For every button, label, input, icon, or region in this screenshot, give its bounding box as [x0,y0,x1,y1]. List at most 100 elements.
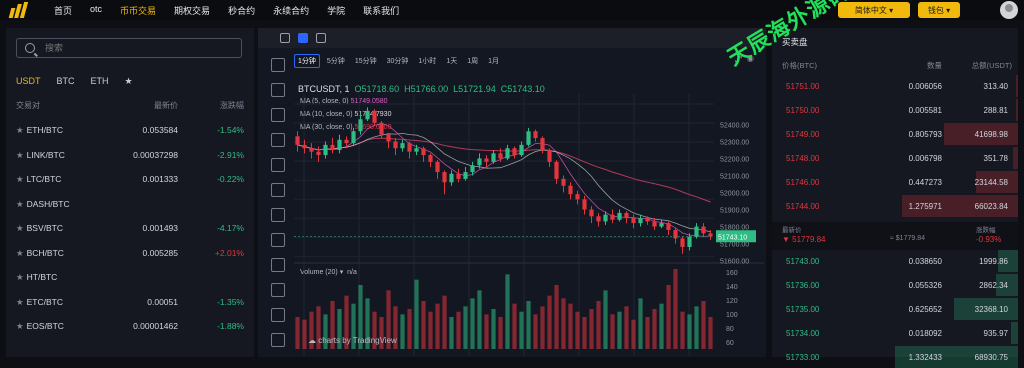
nav-item[interactable]: 币币交易 [120,4,156,17]
volume-bar [477,290,482,349]
candle-body [477,158,482,166]
depth-bar [1015,75,1018,97]
pattern-icon[interactable] [271,183,285,197]
coin-tab[interactable]: ETH [91,76,109,87]
nav-item[interactable]: 学院 [327,4,345,17]
pair-name: ETH/BTC [26,125,63,135]
back-arrow-icon[interactable] [271,233,285,247]
coin-tab[interactable]: USDT [16,76,41,87]
ask-row[interactable]: 51748.00 0.006798 351.78 [772,147,1018,169]
bid-row[interactable]: 51736.00 0.055326 2862.34 [772,274,1018,296]
market-row[interactable]: ★ BSV/BTC 0.001493 -4.17% [16,223,244,234]
timeframe-option[interactable]: 30分钟 [384,55,412,67]
nav-item[interactable]: otc [90,4,102,17]
timeframe-option[interactable]: 1分钟 [294,54,320,68]
market-row[interactable]: ★ ETC/BTC 0.00051 -1.35% [16,297,244,308]
market-row[interactable]: ★ DASH/BTC [16,199,244,210]
zoom-icon[interactable] [271,283,285,297]
star-icon[interactable]: ★ [16,150,24,160]
bid-row[interactable]: 51743.00 0.038650 1999.86 [772,250,1018,272]
volume-bar [533,314,538,349]
volume-bar [400,314,405,349]
candle-body [449,173,454,183]
volume-tick: 100 [726,312,738,319]
wallet-button[interactable]: 钱包 ▾ [918,2,960,18]
order-qty: 0.006798 [908,153,942,163]
nav-item[interactable]: 秒合约 [228,4,255,17]
star-icon[interactable]: ★ [16,297,24,307]
lock-icon[interactable] [271,333,285,347]
avatar[interactable] [1000,1,1018,19]
star-icon[interactable]: ★ [16,223,24,233]
market-row[interactable]: ★ ETH/BTC 0.053584 -1.54% [16,125,244,136]
market-row[interactable]: ★ EOS/BTC 0.00001462 -1.88% [16,321,244,332]
price-tick: 52100.00 [720,173,749,180]
depth-chart-icon[interactable] [280,33,290,43]
order-price: 51750.00 [786,105,820,115]
ask-row[interactable]: 51749.00 0.805793 41698.98 [772,123,1018,145]
tradingview-brand[interactable]: ☁ charts by TradingView [308,336,397,345]
timeframe-option[interactable]: 15分钟 [352,55,380,67]
timeframe-option[interactable]: 1小时 [415,55,439,67]
timeframe-option[interactable]: 1周 [464,55,481,67]
bid-row[interactable]: 51733.00 1.332433 68930.75 [772,346,1018,368]
ask-row[interactable]: 51744.00 1.275971 66023.84 [772,195,1018,217]
nav-item[interactable]: 永续合约 [273,4,309,17]
candle-body [463,172,468,179]
order-qty: 0.805793 [908,129,942,139]
timeframe-option[interactable]: 1月 [485,55,502,67]
bid-row[interactable]: 51734.00 0.018092 935.97 [772,322,1018,344]
candlestick-chart[interactable]: 52400.00 52300.00 52200.00 52100.00 52000.00… [294,94,764,356]
order-price: 51736.00 [786,280,820,290]
timeframe-option[interactable]: 1天 [443,55,460,67]
star-icon[interactable]: ★ [16,272,24,282]
crosshair-icon[interactable] [271,58,285,72]
volume-bar [673,269,678,349]
search-field[interactable] [16,38,242,58]
pair-change: -4.17% [217,223,244,233]
nav-item[interactable]: 首页 [54,4,72,17]
star-icon[interactable]: ★ [16,199,24,209]
candle-body [372,110,377,123]
pair-change: -2.91% [217,149,244,160]
text-tool-icon[interactable] [271,158,285,172]
star-icon[interactable]: ★ [16,248,24,258]
volume-bar [547,295,552,349]
star-icon[interactable]: ★ [16,321,24,331]
coin-tab[interactable]: BTC [57,76,75,87]
nav-item[interactable]: 联系我们 [363,4,399,17]
timeframe-option[interactable]: 5分钟 [324,55,348,67]
candle-body [687,236,692,247]
candle-body [708,233,713,237]
pair-name: LINK/BTC [26,149,65,160]
pair-name: DASH/BTC [26,198,70,209]
market-row[interactable]: ★ LTC/BTC 0.001333 -0.22% [16,174,244,185]
volume-bar [491,309,496,349]
kline-chart-icon[interactable] [298,33,308,43]
pair-price [108,199,178,210]
ask-row[interactable]: 51746.00 0.447273 23144.58 [772,171,1018,193]
depth-bar [1010,322,1018,344]
fib-icon[interactable] [271,108,285,122]
trend-line-icon[interactable] [271,83,285,97]
ruler-icon[interactable] [271,258,285,272]
ask-row[interactable]: 51751.00 0.006056 313.40 [772,75,1018,97]
brush-icon[interactable] [271,133,285,147]
magnet-icon[interactable] [271,308,285,322]
logo-icon[interactable] [8,2,32,18]
measure-icon[interactable] [271,208,285,222]
star-icon[interactable]: ★ [16,125,24,135]
nav-item[interactable]: 期权交易 [174,4,210,17]
star-icon[interactable]: ★ [16,174,24,184]
bid-row[interactable]: 51735.00 0.625652 32368.10 [772,298,1018,320]
order-qty: 0.055326 [908,280,942,290]
info-icon[interactable] [316,33,326,43]
market-row[interactable]: ★ BCH/BTC 0.005285 +2.01% [16,248,244,259]
favorites-tab[interactable]: ★ [125,76,133,87]
pair-change: -1.88% [217,321,244,331]
ask-row[interactable]: 51750.00 0.005581 288.81 [772,99,1018,121]
market-row[interactable]: ★ HT/BTC [16,272,244,283]
search-input[interactable] [45,43,225,53]
market-row[interactable]: ★ LINK/BTC 0.00037298 -2.91% [16,150,244,161]
candle-body [400,143,405,149]
